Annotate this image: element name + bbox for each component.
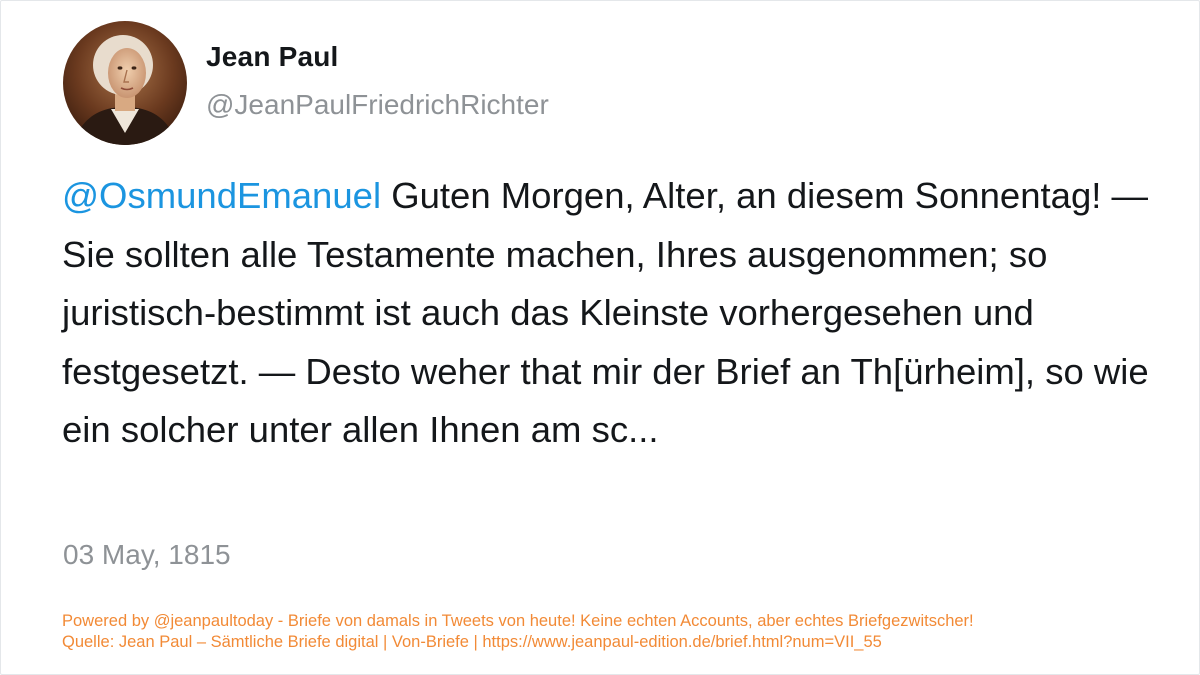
tweet-date: 03 May, 1815 [63, 539, 231, 570]
author-display-name[interactable]: Jean Paul [206, 41, 339, 73]
footer: Powered by @jeanpaultoday - Briefe von d… [62, 611, 974, 653]
footer-powered-by: Powered by @jeanpaultoday - Briefe von d… [62, 612, 974, 630]
mention-link[interactable]: @OsmundEmanuel [62, 175, 381, 216]
tweet-card: Jean Paul @JeanPaulFriedrichRichter @Osm… [0, 0, 1200, 675]
author-handle[interactable]: @JeanPaulFriedrichRichter [206, 89, 549, 121]
tweet-text: Guten Morgen, Alter, an diesem Sonnentag… [62, 175, 1149, 450]
footer-source: Quelle: Jean Paul – Sämtliche Briefe dig… [62, 633, 882, 651]
tweet-body: @OsmundEmanuel Guten Morgen, Alter, an d… [62, 167, 1152, 460]
portrait-icon [63, 21, 187, 145]
author-avatar[interactable] [63, 21, 187, 145]
